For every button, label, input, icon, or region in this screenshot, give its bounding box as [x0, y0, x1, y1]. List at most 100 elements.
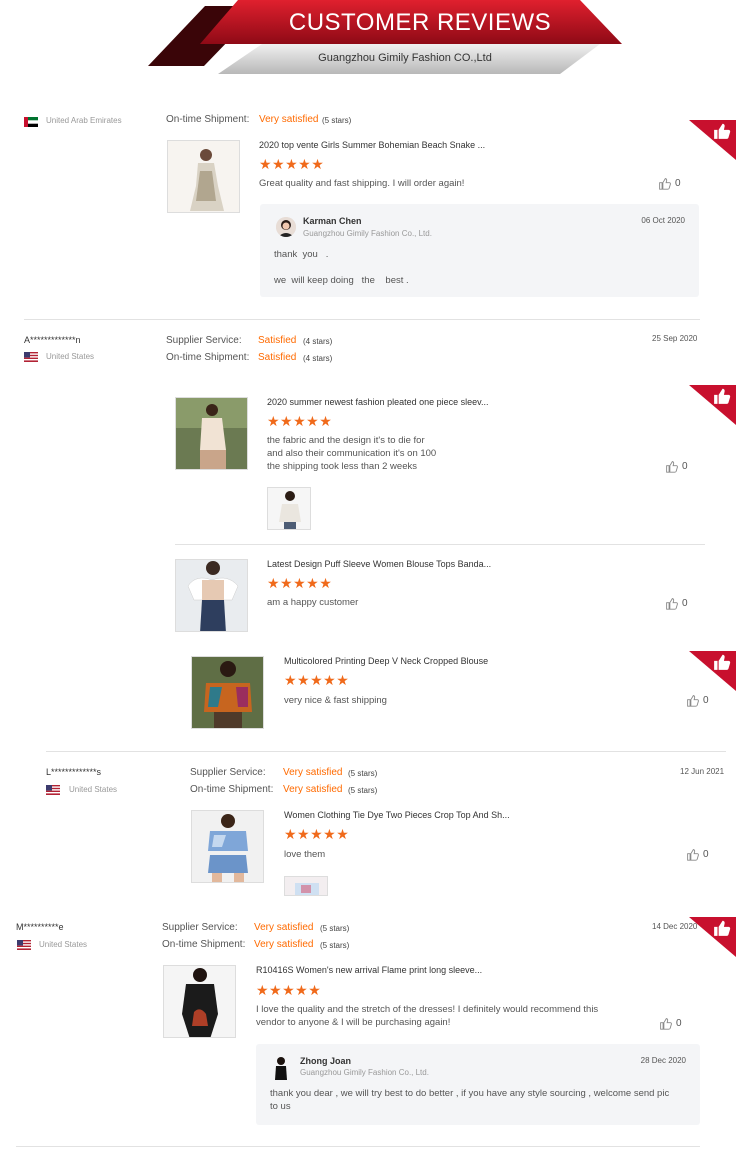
review-photo[interactable] — [284, 876, 328, 896]
thumbs-up-badge-icon — [714, 388, 731, 404]
reply-text-line1: thank you dear , we will try best to do … — [270, 1088, 670, 1099]
ontime-stars: (4 stars) — [303, 354, 333, 363]
review-text-line: the shipping took less than 2 weeks — [267, 461, 417, 472]
star-rating: ★★★★★ — [256, 982, 322, 998]
review-text: Great quality and fast shipping. I will … — [259, 178, 465, 189]
supplier-service-label: Supplier Service: — [166, 335, 242, 346]
product-title[interactable]: Latest Design Puff Sleeve Women Blouse T… — [267, 559, 491, 569]
supplier-service-value: Satisfied — [258, 335, 297, 346]
review-text-line: I love the quality and the stretch of th… — [256, 1004, 599, 1015]
item-divider — [175, 544, 705, 545]
reviewer-name: L*************s — [46, 767, 102, 777]
product-title[interactable]: R10416S Women's new arrival Flame print … — [256, 965, 482, 975]
ontime-value: Very satisfied — [283, 784, 343, 795]
review-divider — [46, 751, 726, 752]
like-button[interactable]: 0 — [665, 460, 688, 473]
like-button[interactable]: 0 — [686, 848, 709, 861]
supplier-service-stars: (5 stars) — [348, 769, 378, 778]
like-button[interactable]: 0 — [686, 694, 709, 707]
product-thumbnail[interactable] — [175, 397, 248, 470]
reviewer-country: United States — [69, 785, 118, 794]
like-button[interactable]: 0 — [665, 597, 688, 610]
product-thumbnail[interactable] — [191, 656, 264, 729]
reviewer-country: United States — [39, 940, 88, 949]
review-photo-image — [285, 877, 327, 895]
review-photo-image — [268, 488, 310, 529]
reply-author: Karman Chen — [303, 216, 362, 226]
thumbs-up-icon — [687, 849, 699, 861]
product-image — [192, 657, 263, 728]
thumbs-up-icon — [666, 461, 678, 473]
supplier-reply: Zhong Joan Guangzhou Gimily Fashion Co.,… — [256, 1044, 700, 1125]
reply-author: Zhong Joan — [300, 1056, 351, 1066]
us-flag-icon — [17, 940, 31, 950]
reply-company: Guangzhou Gimily Fashion Co., Ltd. — [303, 229, 432, 238]
ontime-stars: (5 stars) — [322, 116, 352, 125]
review-photo[interactable] — [267, 487, 311, 530]
product-thumbnail[interactable] — [175, 559, 248, 632]
thumbs-up-badge-icon — [714, 123, 731, 139]
avatar — [276, 217, 296, 237]
supplier-service-value: Very satisfied — [254, 922, 314, 933]
product-thumbnail[interactable] — [167, 140, 240, 213]
like-button[interactable]: 0 — [659, 1017, 682, 1030]
us-flag-icon — [24, 352, 38, 362]
review-text-line: and also their communication it's on 100 — [267, 448, 437, 459]
review-date: 25 Sep 2020 — [652, 334, 698, 343]
review-divider — [16, 1146, 700, 1147]
star-rating: ★★★★★ — [259, 156, 325, 172]
product-title[interactable]: 2020 summer newest fashion pleated one p… — [267, 397, 488, 407]
like-button[interactable]: 0 — [658, 177, 681, 190]
review-text: very nice & fast shipping — [284, 695, 387, 706]
product-title[interactable]: Women Clothing Tie Dye Two Pieces Crop T… — [284, 810, 510, 820]
ontime-label: On-time Shipment: — [166, 114, 250, 125]
like-count: 0 — [703, 695, 709, 706]
star-rating: ★★★★★ — [284, 826, 350, 842]
like-count: 0 — [682, 598, 688, 609]
product-image — [164, 966, 235, 1037]
ontime-value: Very satisfied — [259, 114, 319, 125]
supplier-service-value: Very satisfied — [283, 767, 343, 778]
ontime-label: On-time Shipment: — [162, 939, 246, 950]
star-rating: ★★★★★ — [284, 672, 350, 688]
reply-date: 06 Oct 2020 — [641, 216, 685, 225]
product-thumbnail[interactable] — [191, 810, 264, 883]
supplier-service-stars: (4 stars) — [303, 337, 333, 346]
product-image — [192, 811, 263, 882]
thumbs-up-badge-icon — [714, 920, 731, 936]
reply-company: Guangzhou Gimily Fashion Co., Ltd. — [300, 1068, 429, 1077]
supplier-service-label: Supplier Service: — [190, 767, 266, 778]
reviewer-country: United States — [46, 352, 95, 361]
product-image — [176, 398, 247, 469]
ontime-label: On-time Shipment: — [190, 784, 274, 795]
reviewer-name: A*************n — [24, 335, 81, 345]
ontime-value: Satisfied — [258, 352, 297, 363]
review-date: 12 Jun 2021 — [680, 767, 725, 776]
review-text: love them — [284, 849, 326, 860]
star-rating: ★★★★★ — [267, 575, 333, 591]
review-text-line: vendor to anyone & I will be purchasing … — [256, 1017, 451, 1028]
like-count: 0 — [682, 461, 688, 472]
review-divider — [24, 319, 700, 320]
thumbs-up-icon — [666, 598, 678, 610]
reviewer-name: M**********e — [16, 922, 64, 932]
banner-title: CUSTOMER REVIEWS — [288, 9, 552, 36]
supplier-service-stars: (5 stars) — [320, 924, 350, 933]
product-thumbnail[interactable] — [163, 965, 236, 1038]
product-title[interactable]: Multicolored Printing Deep V Neck Croppe… — [284, 656, 488, 666]
supplier-service-label: Supplier Service: — [162, 922, 238, 933]
product-image — [176, 560, 247, 631]
uae-flag-icon — [24, 117, 38, 127]
product-title[interactable]: 2020 top vente Girls Summer Bohemian Bea… — [259, 140, 485, 150]
thumbs-up-icon — [660, 1018, 672, 1030]
ontime-value: Very satisfied — [254, 939, 314, 950]
review-text-line: the fabric and the design it's to die fo… — [267, 435, 425, 446]
us-flag-icon — [46, 785, 60, 795]
supplier-reply: Karman Chen Guangzhou Gimily Fashion Co.… — [260, 204, 699, 297]
like-count: 0 — [675, 178, 681, 189]
thumbs-up-icon — [659, 178, 671, 190]
like-count: 0 — [703, 849, 709, 860]
thumbs-up-icon — [687, 695, 699, 707]
reviews-banner: CUSTOMER REVIEWS Guangzhou Gimily Fashio… — [0, 0, 750, 80]
review-text: am a happy customer — [267, 597, 359, 608]
